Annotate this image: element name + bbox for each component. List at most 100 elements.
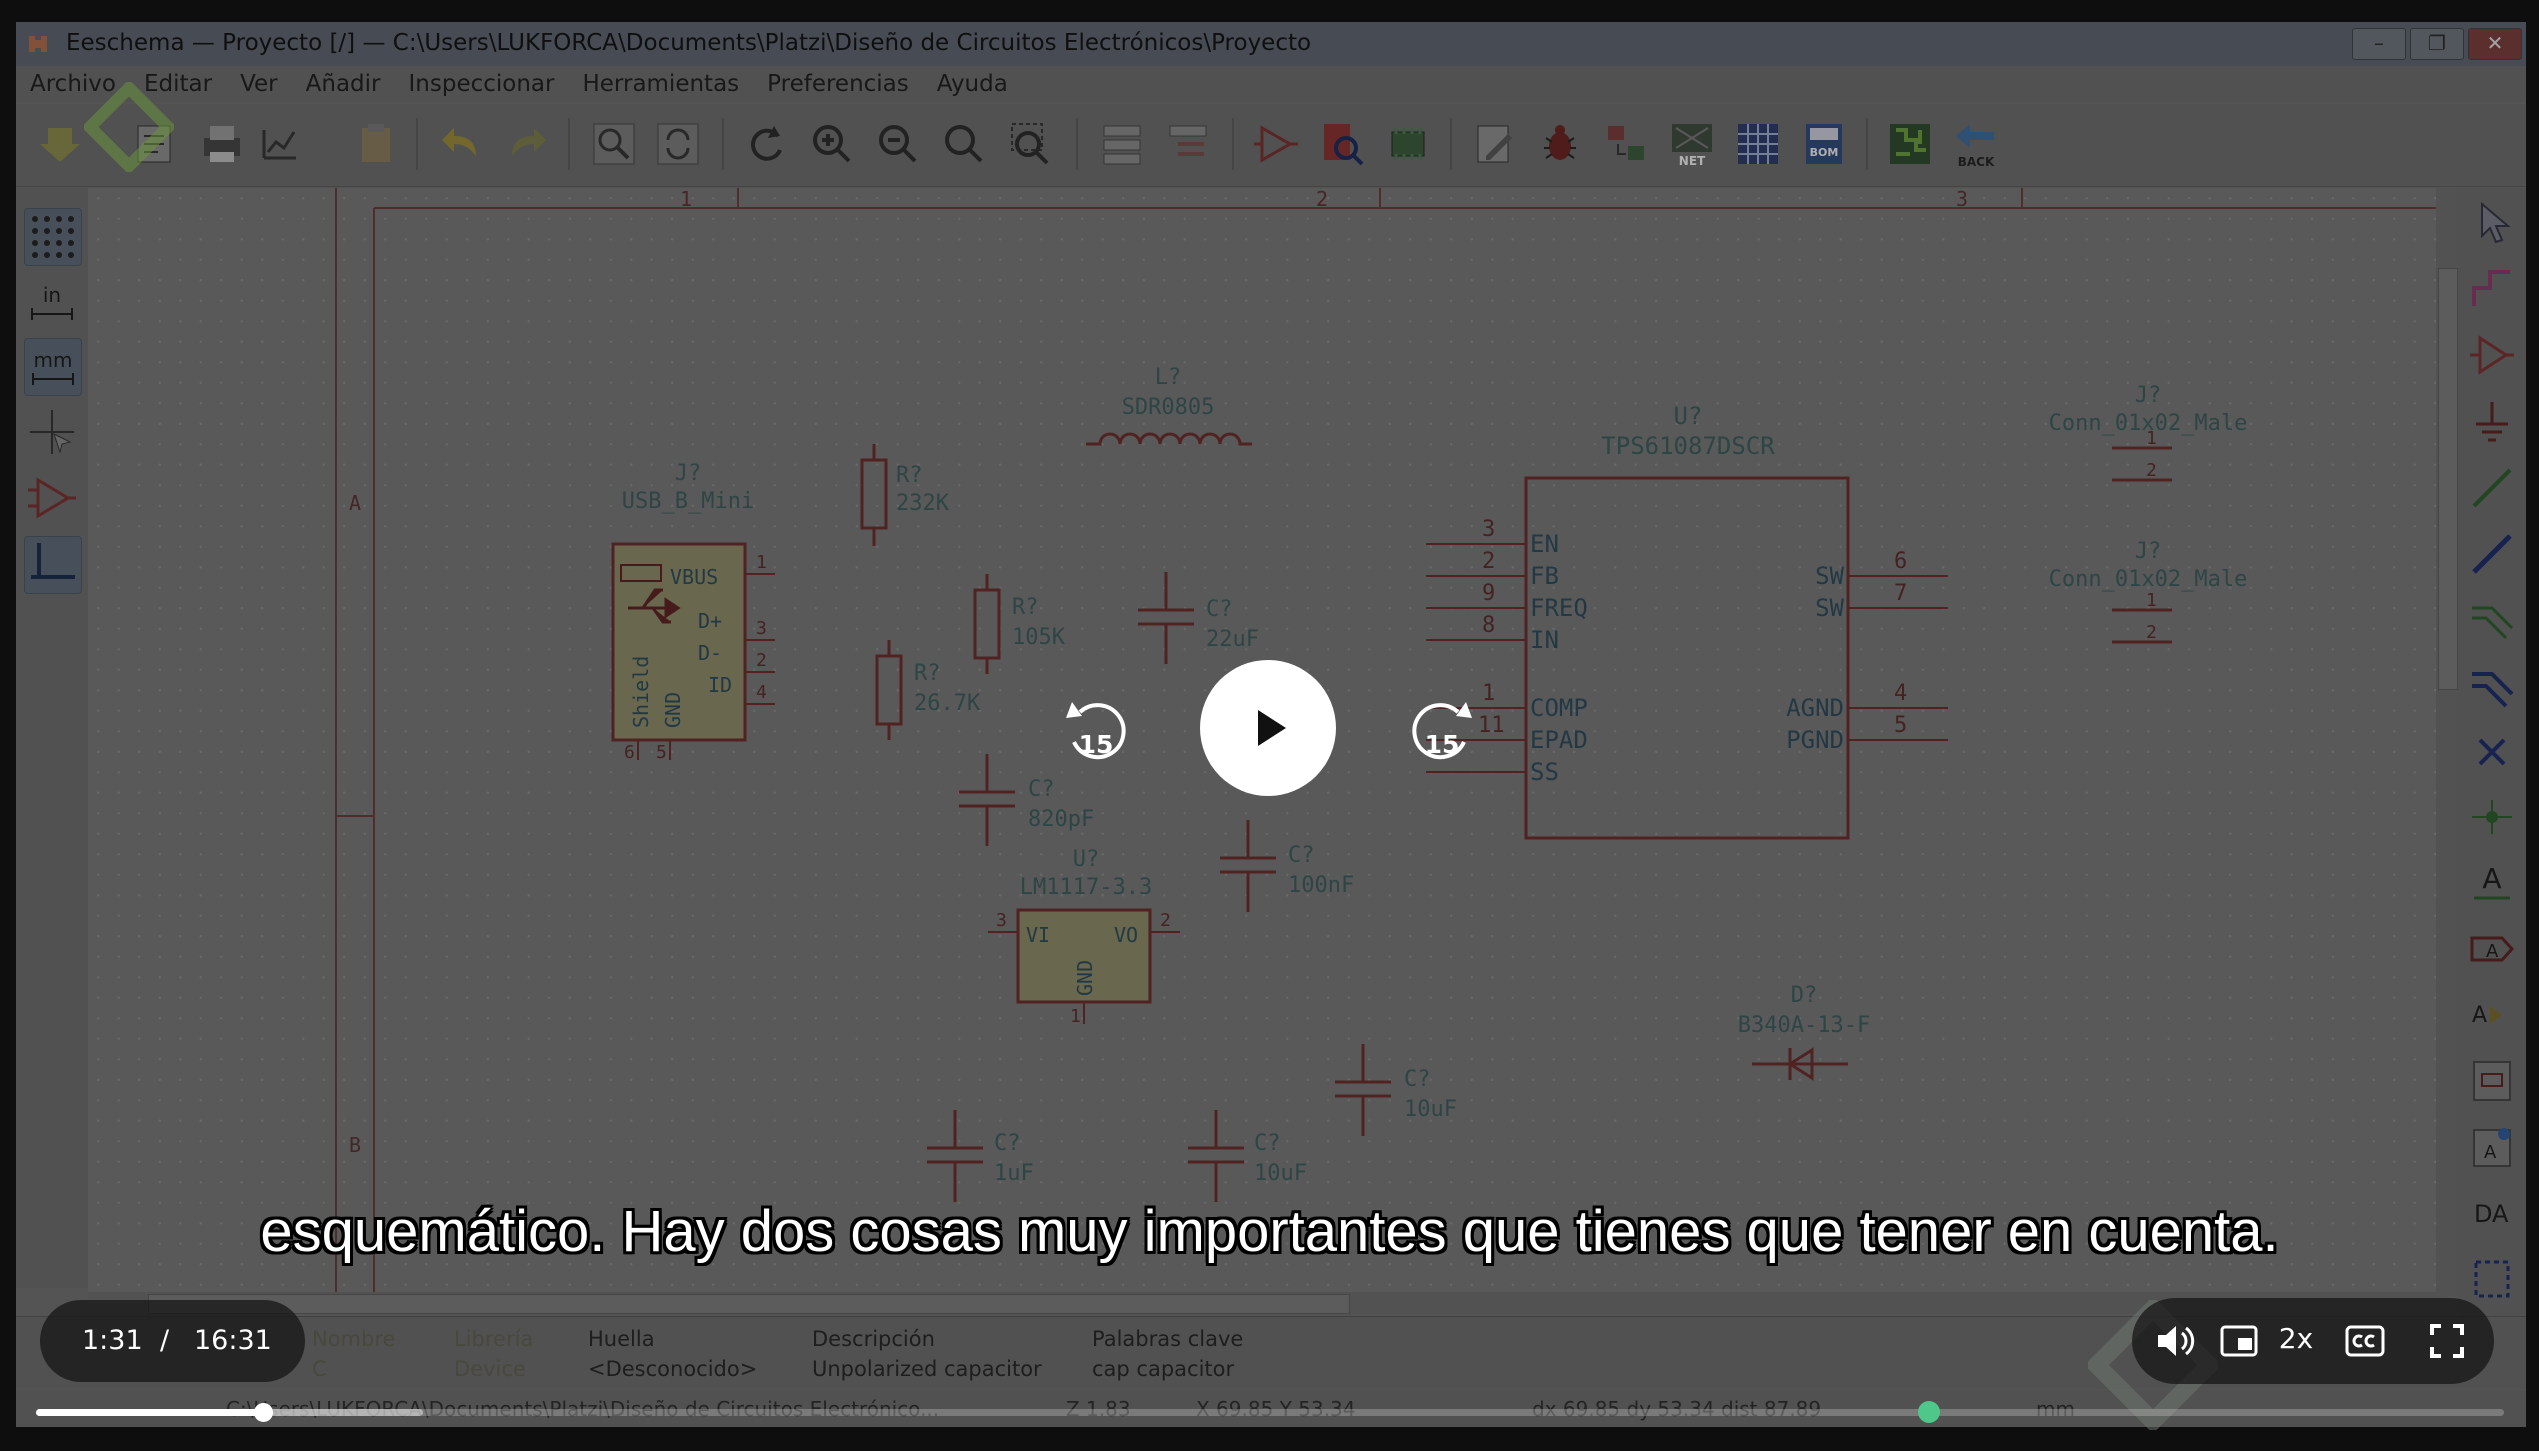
skip-back-button[interactable]: 15 (1058, 690, 1134, 766)
assign-footprints-icon[interactable] (1600, 118, 1652, 170)
menu-ver[interactable]: Ver (240, 71, 278, 97)
add-bus-icon[interactable] (2466, 526, 2518, 580)
capacitor-10uf-b-symbol[interactable]: C? 10uF (1188, 1110, 1307, 1202)
menu-herramientas[interactable]: Herramientas (582, 71, 739, 97)
menu-preferencias[interactable]: Preferencias (767, 71, 909, 97)
bom-table-icon[interactable] (1732, 118, 1784, 170)
progress-scrubber[interactable] (253, 1403, 273, 1422)
wire-angle-icon[interactable] (24, 536, 82, 594)
msg-palabras-clave-value: cap capacitor (1092, 1357, 1235, 1381)
restore-button[interactable]: ❐ (2410, 28, 2464, 60)
millimeters-icon[interactable]: mm (24, 338, 82, 396)
title-bar: Eeschema — Proyecto [/] — C:\Users\LUKFO… (16, 22, 2526, 66)
boost-pin-freq: FREQ (1530, 594, 1588, 622)
ldo-pin-vo: VO (1114, 923, 1138, 947)
plot-icon[interactable] (254, 118, 306, 170)
usb-b-mini-symbol[interactable]: J? USB_B_Mini VBUS D+ D- ID Shield GND 1… (611, 461, 775, 763)
no-connect-icon[interactable] (2466, 724, 2518, 778)
capacitor-820pf-symbol[interactable]: C? 820pF (959, 754, 1094, 846)
select-icon[interactable] (2466, 196, 2518, 250)
find-icon[interactable] (588, 118, 640, 170)
leave-sheet-icon[interactable] (1162, 118, 1214, 170)
pcbnew-icon[interactable] (1884, 118, 1936, 170)
cursor-shape-icon[interactable] (24, 404, 80, 460)
playback-speed[interactable]: 2x (2271, 1322, 2321, 1355)
right-toolbar: A A A A DA (2458, 188, 2526, 1338)
hierarchical-sheet-icon[interactable] (2466, 1054, 2518, 1108)
highlight-net-icon[interactable] (2466, 262, 2518, 316)
c100-ref: C? (1288, 843, 1315, 868)
redraw-icon[interactable] (740, 118, 792, 170)
grid-icon[interactable] (24, 208, 82, 266)
netlist-icon[interactable]: NET (1666, 118, 1718, 170)
find-replace-icon[interactable] (652, 118, 704, 170)
capacitor-1uf-symbol[interactable]: C? 1uF (927, 1110, 1034, 1202)
inductor-symbol[interactable]: L? SDR0805 (1086, 365, 1252, 446)
diode-symbol[interactable]: D? B340A-13-F (1738, 983, 1870, 1081)
bom-icon[interactable]: BOM (1798, 118, 1850, 170)
video-progress-bar[interactable] (36, 1403, 2504, 1422)
global-label-icon[interactable]: A (2466, 922, 2518, 976)
player-controls-right: 2x (2132, 1298, 2494, 1384)
ldo-pinnum-1: 1 (1070, 1006, 1081, 1027)
connector-1-symbol[interactable]: J? Conn_01x02_Male 1 2 (2049, 383, 2248, 482)
fullscreen-icon[interactable] (2424, 1318, 2470, 1364)
captions-icon[interactable] (2342, 1318, 2388, 1364)
bus-to-bus-icon[interactable] (2466, 658, 2518, 712)
redo-icon[interactable] (500, 118, 552, 170)
hierarchical-label-icon[interactable]: A (2466, 988, 2518, 1042)
menu-ayuda[interactable]: Ayuda (937, 71, 1008, 97)
hidden-pins-icon[interactable] (24, 470, 80, 526)
zoom-out-icon[interactable] (872, 118, 924, 170)
menu-inspeccionar[interactable]: Inspeccionar (409, 71, 555, 97)
import-sheet-pin-icon[interactable]: A (2466, 1120, 2518, 1174)
capacitor-10uf-a-symbol[interactable]: C? 10uF (1335, 1044, 1457, 1136)
close-button[interactable]: ✕ (2468, 28, 2522, 60)
erc-icon[interactable] (1534, 118, 1586, 170)
border-col-1: 1 (680, 188, 692, 211)
zoom-in-icon[interactable] (806, 118, 858, 170)
ldo-lm1117-symbol[interactable]: U? LM1117-3.3 VI VO GND 3 2 1 (988, 847, 1180, 1027)
wire-to-bus-icon[interactable] (2466, 592, 2518, 646)
inches-icon[interactable]: in (24, 274, 80, 330)
minimize-button[interactable]: – (2352, 28, 2406, 60)
hierarchy-navigator-icon[interactable] (1096, 118, 1148, 170)
capacitor-100nf-symbol[interactable]: C? 100nF (1220, 820, 1354, 912)
usb-pinnum-6: 6 (624, 742, 635, 763)
add-power-icon[interactable] (2466, 394, 2518, 448)
boost-pin-comp: COMP (1530, 694, 1588, 722)
paste-icon[interactable] (350, 118, 402, 170)
ldo-value: LM1117-3.3 (1020, 875, 1152, 900)
print-icon[interactable] (196, 118, 248, 170)
c22-ref: C? (1206, 597, 1233, 622)
resistor-r3-symbol[interactable]: R? 26.7K (875, 640, 981, 740)
undo-icon[interactable] (436, 118, 488, 170)
volume-icon[interactable] (2152, 1318, 2198, 1364)
skip-forward-button[interactable]: 15 (1404, 690, 1480, 766)
connector-2-symbol[interactable]: J? Conn_01x02_Male 1 2 (2049, 539, 2248, 644)
junction-icon[interactable] (2466, 790, 2518, 844)
net-label-icon[interactable]: A (2466, 856, 2518, 910)
symbol-editor-icon[interactable] (1250, 118, 1302, 170)
play-button[interactable] (1200, 660, 1336, 796)
symbol-browser-icon[interactable] (1316, 118, 1368, 170)
save-icon[interactable] (34, 118, 86, 170)
picture-in-picture-icon[interactable] (2216, 1318, 2262, 1364)
zoom-fit-icon[interactable] (938, 118, 990, 170)
progress-marker-dot[interactable] (1918, 1401, 1940, 1423)
zoom-selection-icon[interactable] (1004, 118, 1056, 170)
footprint-editor-icon[interactable] (1382, 118, 1434, 170)
annotate-icon[interactable] (1468, 118, 1520, 170)
boost-pin-agnd: AGND (1786, 694, 1844, 722)
menu-anadir[interactable]: Añadir (306, 71, 381, 97)
add-wire-icon[interactable] (2466, 460, 2518, 514)
resistor-r1-symbol[interactable]: R? 232K (860, 444, 950, 546)
vertical-scrollbar[interactable] (2436, 188, 2458, 1296)
boost-value: TPS61087DSCR (1601, 432, 1775, 460)
inductor-value: SDR0805 (1122, 395, 1215, 420)
resistor-r2-symbol[interactable]: R? 105K (973, 574, 1066, 674)
tps61087-symbol[interactable]: U? TPS61087DSCR EN FB FREQ IN COMP EPAD … (1426, 402, 1948, 840)
capacitor-22uf-symbol[interactable]: C? 22uF (1138, 572, 1259, 664)
back-annotate-icon[interactable]: BACK (1950, 118, 2002, 170)
add-symbol-icon[interactable] (2466, 328, 2518, 382)
